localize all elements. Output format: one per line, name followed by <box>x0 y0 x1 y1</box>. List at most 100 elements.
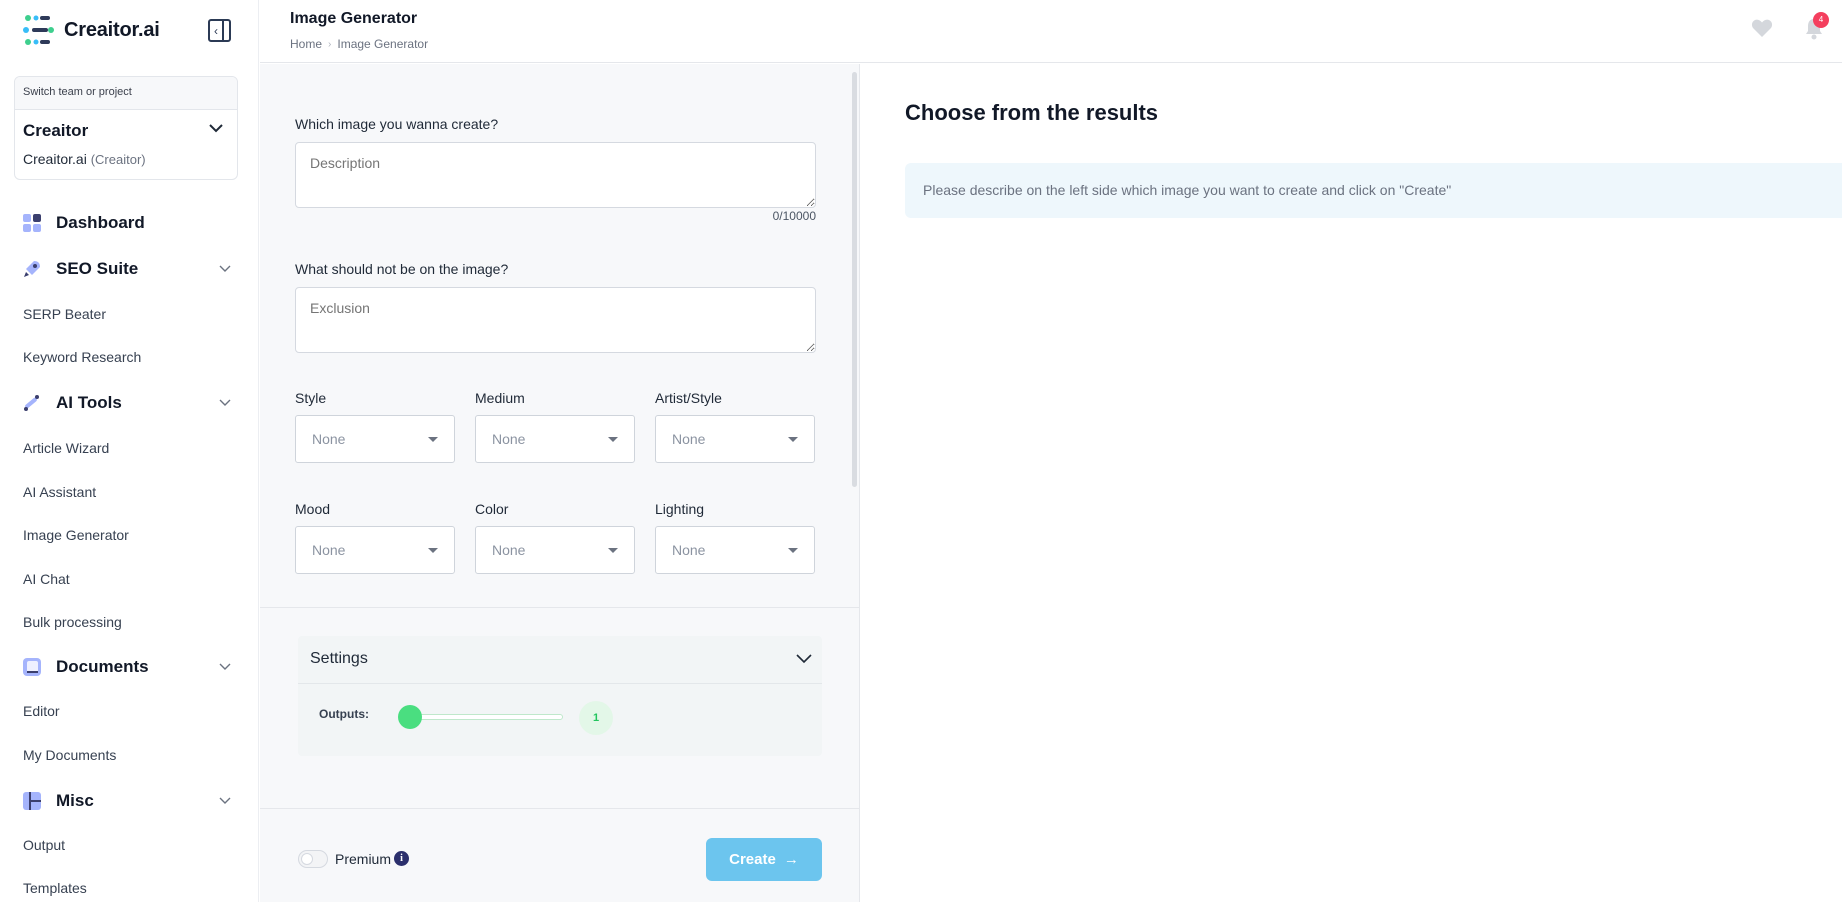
create-button-label: Create <box>729 851 776 868</box>
project-name: Creaitor.ai (Creaitor) <box>23 151 146 167</box>
lighting-select[interactable]: None <box>655 526 815 574</box>
team-name: Creaitor <box>23 121 89 140</box>
color-label: Color <box>475 501 509 517</box>
nav-seo-suite-label: SEO Suite <box>56 259 139 278</box>
sidebar-item-ai-assistant[interactable]: AI Assistant <box>23 484 96 500</box>
style-select-value: None <box>312 431 346 447</box>
dropdown-arrow-icon <box>788 548 798 553</box>
description-label: Which image you wanna create? <box>295 116 499 132</box>
medium-select[interactable]: None <box>475 415 635 463</box>
exclusion-input[interactable] <box>295 287 816 353</box>
chevron-left-icon: ‹ <box>214 24 218 38</box>
section-divider <box>260 607 859 608</box>
dropdown-arrow-icon <box>608 437 618 442</box>
color-select-value: None <box>492 542 526 558</box>
outputs-value: 1 <box>579 701 613 735</box>
color-select[interactable]: None <box>475 526 635 574</box>
premium-label: Premium <box>335 851 392 867</box>
nav-documents-label: Documents <box>56 657 149 676</box>
results-hint: Please describe on the left side which i… <box>905 163 1842 218</box>
sidebar-item-my-documents[interactable]: My Documents <box>23 747 116 763</box>
settings-title: Settings <box>310 650 368 667</box>
settings-header[interactable]: Settings <box>298 636 822 684</box>
mood-select-value: None <box>312 542 346 558</box>
create-button[interactable]: Create → <box>706 838 822 881</box>
top-bar: Image Generator Home › Image Generator 4 <box>260 0 1842 63</box>
artist-style-select-value: None <box>672 431 706 447</box>
exclusion-label: What should not be on the image? <box>295 261 509 277</box>
nav-misc-label: Misc <box>56 791 94 810</box>
outputs-label: Outputs: <box>319 707 369 721</box>
document-icon <box>23 658 41 676</box>
dropdown-arrow-icon <box>428 437 438 442</box>
description-input[interactable] <box>295 142 816 208</box>
notification-badge: 4 <box>1813 12 1829 28</box>
breadcrumb: Home › Image Generator <box>290 37 428 51</box>
breadcrumb-separator: › <box>328 38 332 50</box>
nav-ai-tools-label: AI Tools <box>56 393 122 412</box>
breadcrumb-current: Image Generator <box>337 37 429 51</box>
arrow-right-icon: → <box>783 851 799 868</box>
artist-style-select[interactable]: None <box>655 415 815 463</box>
sidebar-item-editor[interactable]: Editor <box>23 703 60 719</box>
sidebar-item-keyword-research[interactable]: Keyword Research <box>23 349 141 365</box>
mood-label: Mood <box>295 501 331 517</box>
image-generator-form: Which image you wanna create? 0/10000 Wh… <box>260 64 860 902</box>
info-icon[interactable]: i <box>394 851 409 866</box>
chevron-down-icon <box>219 797 231 804</box>
form-scrollbar[interactable] <box>852 72 857 487</box>
artist-style-label: Artist/Style <box>655 390 722 406</box>
chevron-down-icon[interactable] <box>207 119 225 137</box>
dropdown-arrow-icon <box>428 548 438 553</box>
chevron-down-icon <box>219 399 231 406</box>
rocket-icon <box>24 261 40 277</box>
magic-wand-icon <box>24 395 39 411</box>
project-label: Creaitor.ai <box>23 151 87 167</box>
sidebar-item-serp-beater[interactable]: SERP Beater <box>23 306 106 322</box>
collapse-sidebar-button[interactable]: ‹ <box>208 19 231 42</box>
style-label: Style <box>295 390 327 406</box>
chevron-down-icon <box>219 663 231 670</box>
nav-documents[interactable]: Documents <box>22 657 237 677</box>
results-title: Choose from the results <box>905 100 1159 125</box>
app-logo[interactable]: Creaitor.ai <box>22 14 160 46</box>
team-switcher[interactable]: Switch team or project Creaitor Creaitor… <box>14 76 238 180</box>
dropdown-arrow-icon <box>608 548 618 553</box>
results-hint-text: Please describe on the left side which i… <box>923 182 1452 198</box>
lighting-label: Lighting <box>655 501 705 517</box>
sidebar-item-image-generator[interactable]: Image Generator <box>23 527 129 543</box>
dropdown-arrow-icon <box>788 437 798 442</box>
app-name: Creaitor.ai <box>64 18 160 41</box>
chevron-down-icon <box>219 265 231 272</box>
sidebar-item-bulk-processing[interactable]: Bulk processing <box>23 614 122 630</box>
nav-ai-tools[interactable]: AI Tools <box>22 393 237 413</box>
settings-panel: Settings Outputs: 1 <box>298 636 822 756</box>
sidebar-item-templates[interactable]: Templates <box>23 880 87 896</box>
breadcrumb-home[interactable]: Home <box>290 37 322 51</box>
outputs-slider-handle[interactable] <box>398 705 422 729</box>
team-switcher-header: Switch team or project <box>15 77 237 110</box>
creaitor-logo-icon <box>23 15 54 45</box>
page-title: Image Generator <box>290 10 418 27</box>
outputs-slider-track[interactable] <box>408 714 563 720</box>
sidebar-item-ai-chat[interactable]: AI Chat <box>23 571 70 587</box>
dashboard-icon <box>23 214 41 232</box>
character-counter: 0/10000 <box>772 209 816 223</box>
sidebar-item-article-wizard[interactable]: Article Wizard <box>23 440 109 456</box>
style-select[interactable]: None <box>295 415 455 463</box>
sidebar-item-output[interactable]: Output <box>23 837 65 853</box>
toggle-knob <box>301 853 313 865</box>
nav-seo-suite[interactable]: SEO Suite <box>22 259 237 279</box>
nav-dashboard[interactable]: Dashboard <box>22 213 145 233</box>
mood-select[interactable]: None <box>295 526 455 574</box>
premium-toggle[interactable] <box>298 850 328 868</box>
lighting-select-value: None <box>672 542 706 558</box>
favorite-heart-icon[interactable] <box>1751 18 1773 38</box>
nav-dashboard-label: Dashboard <box>56 213 145 232</box>
sidebar: Creaitor.ai ‹ Switch team or project Cre… <box>0 0 259 902</box>
medium-label: Medium <box>475 390 525 406</box>
layout-icon <box>23 792 41 810</box>
chevron-down-icon <box>796 654 812 664</box>
project-team-label: (Creaitor) <box>90 152 146 167</box>
nav-misc[interactable]: Misc <box>22 791 237 811</box>
